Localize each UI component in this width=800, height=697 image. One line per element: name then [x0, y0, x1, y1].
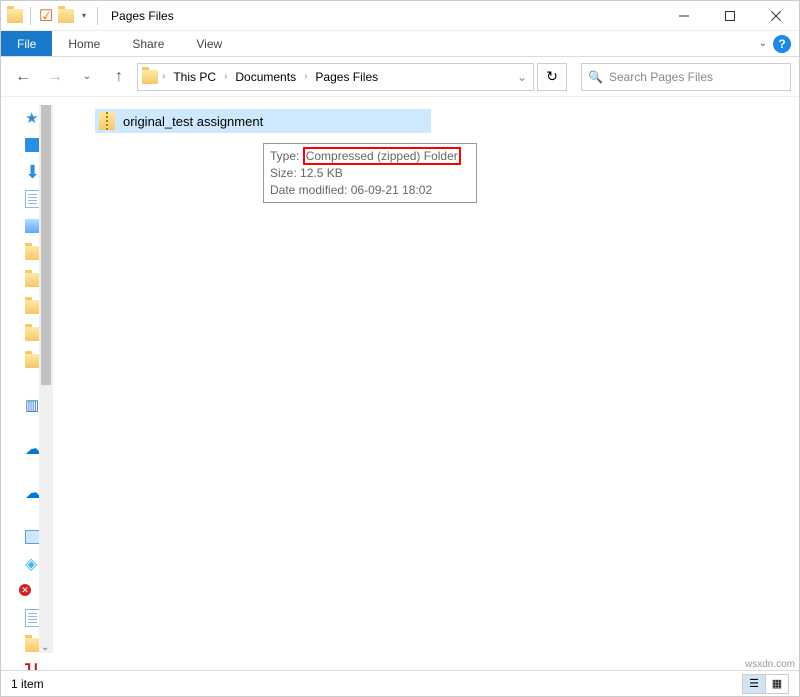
navigation-bar: ← → ⌄ ↑ › This PC › Documents › Pages Fi… — [1, 57, 799, 97]
divider — [97, 7, 98, 25]
item-count: 1 item — [11, 677, 44, 691]
minimize-icon — [679, 11, 689, 21]
file-tab[interactable]: File — [1, 31, 52, 56]
title-bar: ☑ ▾ Pages Files — [1, 1, 799, 31]
mcafee-icon[interactable]: Ⴎ — [25, 663, 45, 670]
checkbox-icon[interactable]: ☑ — [38, 8, 54, 24]
folder-icon — [7, 8, 23, 24]
up-button[interactable]: ↑ — [105, 63, 133, 91]
scroll-down-icon[interactable]: ⌄ — [41, 642, 49, 653]
list-item[interactable]: original_test assignment — [95, 109, 431, 133]
recent-dropdown[interactable]: ⌄ — [73, 63, 101, 91]
tab-view[interactable]: View — [180, 31, 238, 56]
tooltip-size-label: Size: — [270, 166, 297, 180]
back-button[interactable]: ← — [9, 63, 37, 91]
folder-icon — [142, 69, 158, 85]
address-bar[interactable]: › This PC › Documents › Pages Files ⌄ — [137, 63, 534, 91]
watermark: wsxdn.com — [745, 659, 795, 670]
maximize-icon — [725, 11, 735, 21]
tooltip-type-label: Type: — [270, 149, 299, 163]
ribbon-expand-icon[interactable]: ⌄ — [759, 38, 767, 49]
chevron-right-icon[interactable]: › — [302, 71, 309, 82]
search-input[interactable]: 🔍 Search Pages Files — [581, 63, 791, 91]
help-icon[interactable]: ? — [773, 35, 791, 53]
tab-home[interactable]: Home — [52, 31, 116, 56]
tooltip-type-value: Compressed (zipped) Folder — [303, 147, 461, 165]
forward-button[interactable]: → — [41, 63, 69, 91]
quick-access-toolbar: ☑ ▾ Pages Files — [1, 7, 174, 25]
minimize-button[interactable] — [661, 1, 707, 31]
navigation-pane[interactable]: ★ C ⬇ ▥ F ☁ C ☁ C T ◈ ✕ — [1, 97, 53, 670]
tooltip-size-value: 12.5 KB — [300, 166, 343, 180]
tooltip-date-value: 06-09-21 18:02 — [351, 183, 432, 197]
qat-dropdown-icon[interactable]: ▾ — [78, 11, 90, 20]
tab-share[interactable]: Share — [116, 31, 180, 56]
chevron-right-icon[interactable]: › — [222, 71, 229, 82]
file-name: original_test assignment — [123, 114, 263, 129]
search-icon: 🔍 — [588, 70, 603, 84]
chevron-right-icon[interactable]: › — [160, 71, 167, 82]
scrollbar-thumb[interactable] — [41, 105, 51, 385]
details-view-button[interactable]: ☰ — [742, 674, 766, 694]
breadcrumb[interactable]: Documents — [231, 68, 300, 86]
folder-icon — [58, 8, 74, 24]
close-icon — [771, 11, 781, 21]
breadcrumb[interactable]: Pages Files — [311, 68, 382, 86]
chevron-down-icon[interactable]: ⌄ — [515, 70, 529, 84]
refresh-button[interactable]: ↻ — [537, 63, 567, 91]
tooltip-date-label: Date modified: — [270, 183, 347, 197]
scrollbar[interactable]: ⌄ — [39, 105, 53, 653]
search-placeholder: Search Pages Files — [609, 70, 713, 84]
ribbon: File Home Share View ⌄ ? — [1, 31, 799, 57]
icons-view-button[interactable]: ▦ — [765, 674, 789, 694]
zip-folder-icon — [99, 112, 115, 130]
breadcrumb[interactable]: This PC — [169, 68, 220, 86]
status-bar: 1 item ☰ ▦ — [1, 670, 799, 696]
window-controls — [661, 1, 799, 31]
window-title: Pages Files — [105, 9, 174, 23]
divider — [30, 7, 31, 25]
maximize-button[interactable] — [707, 1, 753, 31]
close-button[interactable] — [753, 1, 799, 31]
tooltip: Type: Compressed (zipped) Folder Size: 1… — [263, 143, 477, 203]
